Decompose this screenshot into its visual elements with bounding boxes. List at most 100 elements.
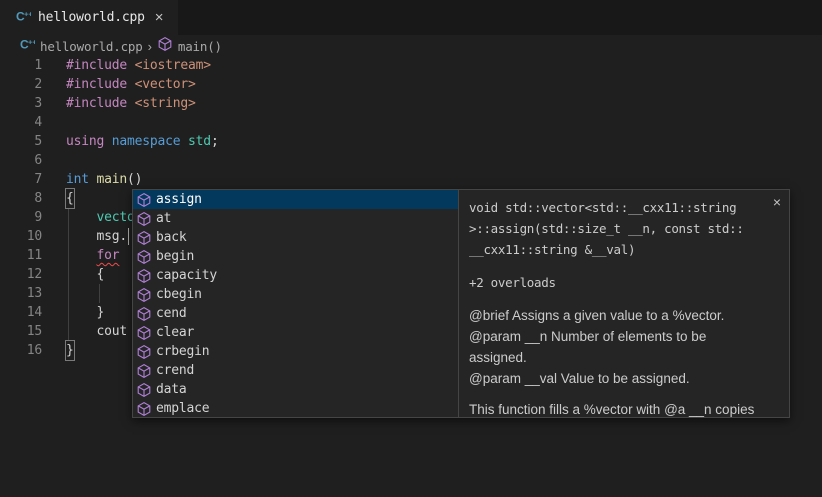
suggestion-item-begin[interactable]: begin <box>133 247 458 266</box>
breadcrumb-file[interactable]: helloworld.cpp <box>40 39 143 54</box>
suggestion-item-cend[interactable]: cend <box>133 304 458 323</box>
line-content: #include <vector> <box>42 75 196 94</box>
line-number: 8 <box>0 191 42 206</box>
overloads-count: +2 overloads <box>469 275 763 290</box>
line-number: 16 <box>0 343 42 358</box>
doc-body: @brief Assigns a given value to a %vecto… <box>469 305 763 417</box>
close-icon[interactable]: × <box>773 195 781 209</box>
symbol-method-icon <box>157 36 173 52</box>
code-line[interactable]: 4 <box>0 113 822 132</box>
line-number: 1 <box>0 58 42 73</box>
symbol-method-icon <box>136 306 152 322</box>
intellisense-suggest-widget: assign at back begin capacity cbegin cen… <box>132 189 790 418</box>
line-number: 14 <box>0 305 42 320</box>
suggestion-label: clear <box>156 325 194 340</box>
code-token: () <box>127 170 142 189</box>
breadcrumb-symbol[interactable]: main() <box>178 39 222 54</box>
suggestion-label: at <box>156 211 171 226</box>
suggestion-label: data <box>156 382 187 397</box>
line-number: 15 <box>0 324 42 339</box>
text-cursor <box>128 228 130 245</box>
line-content: using namespace std; <box>42 132 219 151</box>
line-content: } <box>42 341 74 360</box>
code-token: main <box>97 170 128 189</box>
line-number: 4 <box>0 115 42 130</box>
suggestion-item-cbegin[interactable]: cbegin <box>133 285 458 304</box>
line-content: for <box>42 246 119 265</box>
code-token: #include <box>66 94 135 113</box>
suggestion-label: crbegin <box>156 344 209 359</box>
code-line[interactable]: 6 <box>0 151 822 170</box>
suggestion-label: assign <box>156 192 202 207</box>
suggestion-item-emplace[interactable]: emplace <box>133 399 458 417</box>
line-number: 12 <box>0 267 42 282</box>
line-content: #include <string> <box>42 94 196 113</box>
suggestion-label: emplace <box>156 401 209 416</box>
tab-bar: C ++ helloworld.cpp × <box>0 0 822 35</box>
suggestion-label: cbegin <box>156 287 202 302</box>
line-content: #include <iostream> <box>42 56 211 75</box>
line-number: 6 <box>0 153 42 168</box>
symbol-method-icon <box>136 382 152 398</box>
line-content: cout <box>42 322 127 341</box>
suggestion-item-capacity[interactable]: capacity <box>133 266 458 285</box>
code-token: #include <box>66 75 135 94</box>
close-tab-icon[interactable]: × <box>152 9 167 26</box>
suggestion-docs-panel: void std::vector<std::__cxx11::string >:… <box>458 190 789 417</box>
suggestion-item-crend[interactable]: crend <box>133 361 458 380</box>
symbol-method-icon <box>136 192 152 208</box>
chevron-right-icon: › <box>148 39 152 54</box>
line-content: { <box>42 265 104 284</box>
line-number: 9 <box>0 210 42 225</box>
suggestion-label: back <box>156 230 187 245</box>
suggestion-label: crend <box>156 363 194 378</box>
symbol-method-icon <box>136 249 152 265</box>
code-line[interactable]: 1#include <iostream> <box>0 56 822 75</box>
suggestion-label: capacity <box>156 268 217 283</box>
code-token: { <box>66 189 74 208</box>
code-line[interactable]: 5using namespace std; <box>0 132 822 151</box>
suggestion-item-assign[interactable]: assign <box>133 190 458 209</box>
symbol-method-icon <box>136 401 152 417</box>
line-number: 13 <box>0 286 42 301</box>
line-number: 11 <box>0 248 42 263</box>
tab-helloworld-cpp[interactable]: C ++ helloworld.cpp × <box>0 0 178 35</box>
suggestion-list[interactable]: assign at back begin capacity cbegin cen… <box>133 190 458 417</box>
code-token: for <box>97 246 120 265</box>
line-content: msg. <box>42 227 129 246</box>
code-token <box>66 246 97 265</box>
cpp-file-icon: C ++ <box>15 8 31 28</box>
suggestion-item-clear[interactable]: clear <box>133 323 458 342</box>
suggestion-item-data[interactable]: data <box>133 380 458 399</box>
code-token: int <box>66 170 97 189</box>
code-token: #include <box>66 56 135 75</box>
line-number: 2 <box>0 77 42 92</box>
symbol-method-icon <box>136 230 152 246</box>
code-line[interactable]: 2#include <vector> <box>0 75 822 94</box>
suggestion-item-at[interactable]: at <box>133 209 458 228</box>
doc-paragraph: @brief Assigns a given value to a %vecto… <box>469 305 763 389</box>
code-token: cout <box>66 322 127 341</box>
code-token: { <box>66 265 104 284</box>
doc-paragraph: This function fills a %vector with @a __… <box>469 399 763 417</box>
code-token: ; <box>211 132 219 151</box>
line-number: 10 <box>0 229 42 244</box>
line-number: 3 <box>0 96 42 111</box>
suggestion-item-back[interactable]: back <box>133 228 458 247</box>
line-number: 5 <box>0 134 42 149</box>
symbol-method-icon <box>136 268 152 284</box>
svg-text:++: ++ <box>28 38 35 47</box>
tab-label: helloworld.cpp <box>38 10 145 25</box>
line-content: } <box>42 303 104 322</box>
suggestion-item-crbegin[interactable]: crbegin <box>133 342 458 361</box>
code-token: <string> <box>135 94 196 113</box>
code-token: } <box>66 303 104 322</box>
breadcrumb: C ++ helloworld.cpp › main() <box>0 35 822 57</box>
code-token: <iostream> <box>135 56 211 75</box>
code-line[interactable]: 3#include <string> <box>0 94 822 113</box>
code-line[interactable]: 7int main() <box>0 170 822 189</box>
symbol-method-icon <box>136 363 152 379</box>
function-signature: void std::vector<std::__cxx11::string >:… <box>469 197 763 260</box>
cpp-file-icon: C ++ <box>19 36 35 56</box>
line-content: { <box>42 189 74 208</box>
